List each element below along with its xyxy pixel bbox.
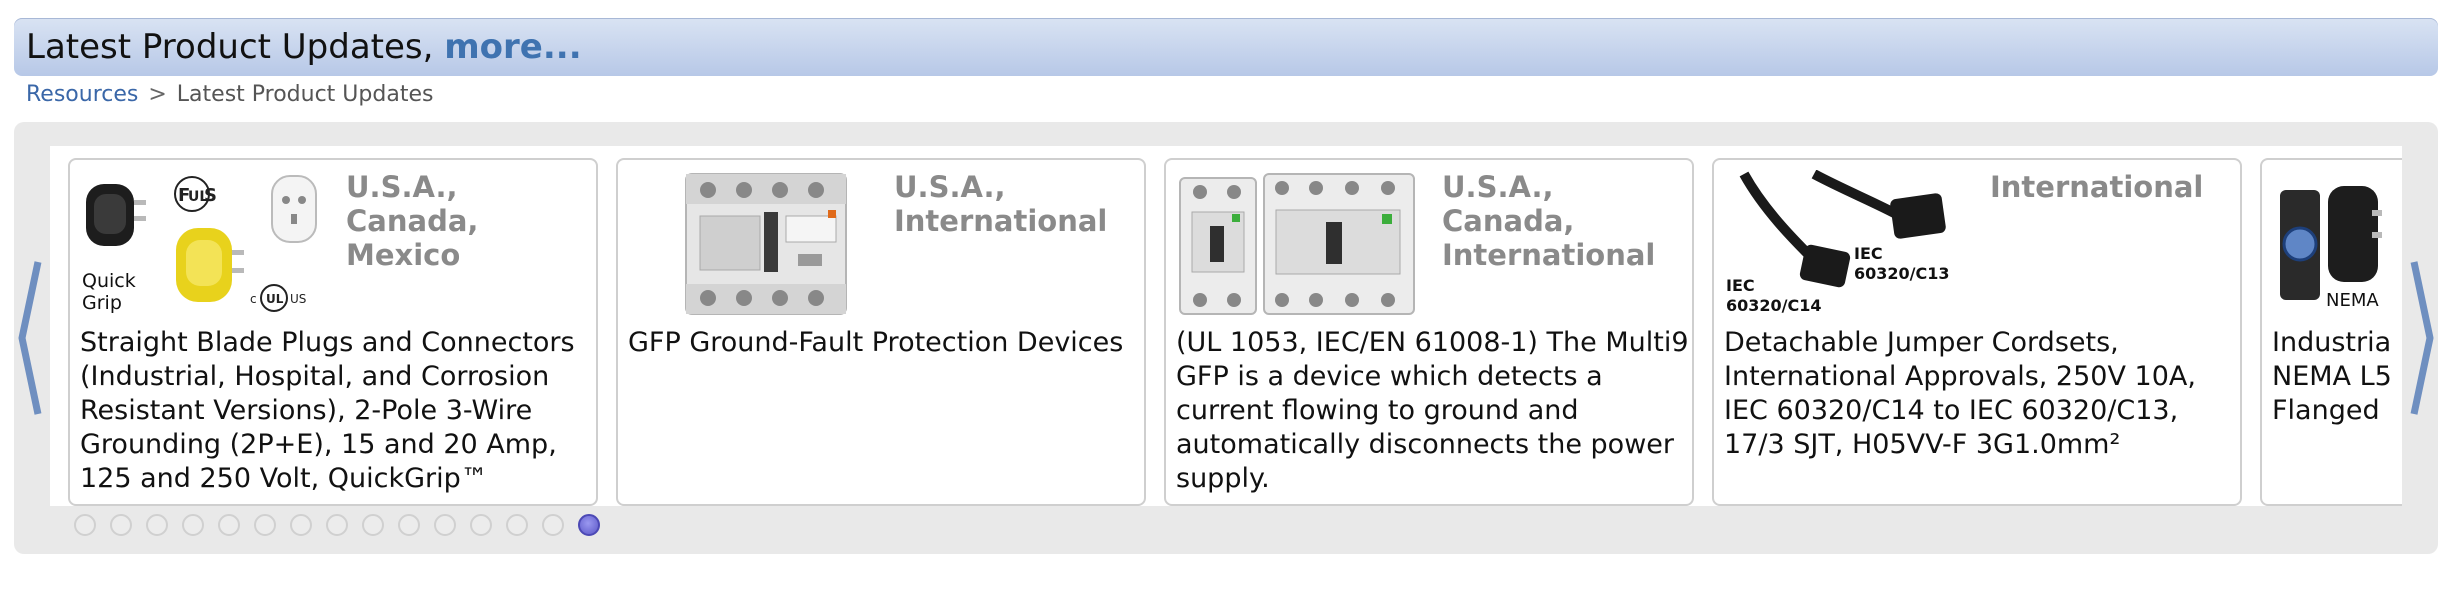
product-card[interactable]: NEMA Industria NEMA L5 Flanged: [2260, 158, 2402, 506]
gfp-device-image: [685, 173, 847, 315]
pagination-dot[interactable]: [218, 514, 240, 536]
pagination-dot[interactable]: [434, 514, 456, 536]
iec-c14-label: IEC 60320/C14: [1726, 276, 1822, 315]
pagination-dot[interactable]: [470, 514, 492, 536]
card-description: Industria NEMA L5 Flanged: [2272, 327, 2392, 426]
pagination-dot[interactable]: [290, 514, 312, 536]
card-region: U.S.A., Canada, International: [1442, 170, 1656, 272]
product-card[interactable]: U.S.A., Canada, International (UL 1053, …: [1164, 158, 1694, 506]
quick-grip-logo-text: Quick Grip: [82, 270, 136, 314]
carousel-track: F UL S UL c US Quick Grip U.S.A., Canada…: [50, 146, 2402, 506]
chevron-left-icon[interactable]: [18, 258, 42, 418]
svg-text:UL: UL: [266, 292, 284, 306]
breadcrumb-separator: >: [148, 82, 167, 107]
nema-brand-label: NEMA: [2326, 290, 2379, 311]
breadcrumb-resources-link[interactable]: Resources: [26, 82, 138, 107]
product-carousel: F UL S UL c US Quick Grip U.S.A., Canada…: [14, 122, 2438, 554]
product-card[interactable]: U.S.A., International GFP Ground-Fault P…: [616, 158, 1146, 506]
pagination-dot[interactable]: [74, 514, 96, 536]
pagination-dot[interactable]: [542, 514, 564, 536]
product-card[interactable]: F UL S UL c US Quick Grip U.S.A., Canada…: [68, 158, 598, 506]
pagination-dot[interactable]: [398, 514, 420, 536]
pagination-dot[interactable]: [506, 514, 528, 536]
pagination-dot[interactable]: [182, 514, 204, 536]
breadcrumb-current: Latest Product Updates: [176, 82, 434, 107]
section-header: Latest Product Updates, more...: [14, 18, 2438, 76]
pagination-dot[interactable]: [362, 514, 384, 536]
card-region: U.S.A., Canada, Mexico: [346, 170, 479, 272]
multi9-gfp-image: [1179, 173, 1415, 315]
svg-text:US: US: [290, 292, 306, 306]
svg-text:S: S: [204, 185, 217, 206]
more-link[interactable]: more...: [444, 27, 581, 67]
chevron-right-icon[interactable]: [2410, 258, 2434, 418]
pagination-dot[interactable]: [326, 514, 348, 536]
card-region: U.S.A., International: [894, 170, 1108, 238]
iec-c13-label: IEC 60320/C13: [1854, 244, 1950, 283]
svg-text:c: c: [250, 292, 257, 306]
product-card[interactable]: IEC 60320/C14 IEC 60320/C13 Internationa…: [1712, 158, 2242, 506]
card-description: GFP Ground-Fault Protection Devices: [628, 327, 1124, 358]
pagination-dot[interactable]: [254, 514, 276, 536]
section-title: Latest Product Updates, more...: [26, 27, 582, 67]
card-region: International: [1990, 170, 2204, 204]
card-description: Straight Blade Plugs and Connectors (Ind…: [80, 327, 575, 494]
pagination-dot[interactable]: [578, 514, 600, 536]
pagination-dot[interactable]: [146, 514, 168, 536]
pagination-dot[interactable]: [110, 514, 132, 536]
section-title-text: Latest Product Updates,: [26, 27, 434, 67]
card-description: Detachable Jumper Cordsets, Internationa…: [1724, 327, 2196, 460]
breadcrumb: Resources > Latest Product Updates: [26, 80, 433, 110]
card-description: (UL 1053, IEC/EN 61008-1) The Multi9 GFP…: [1176, 327, 1689, 494]
